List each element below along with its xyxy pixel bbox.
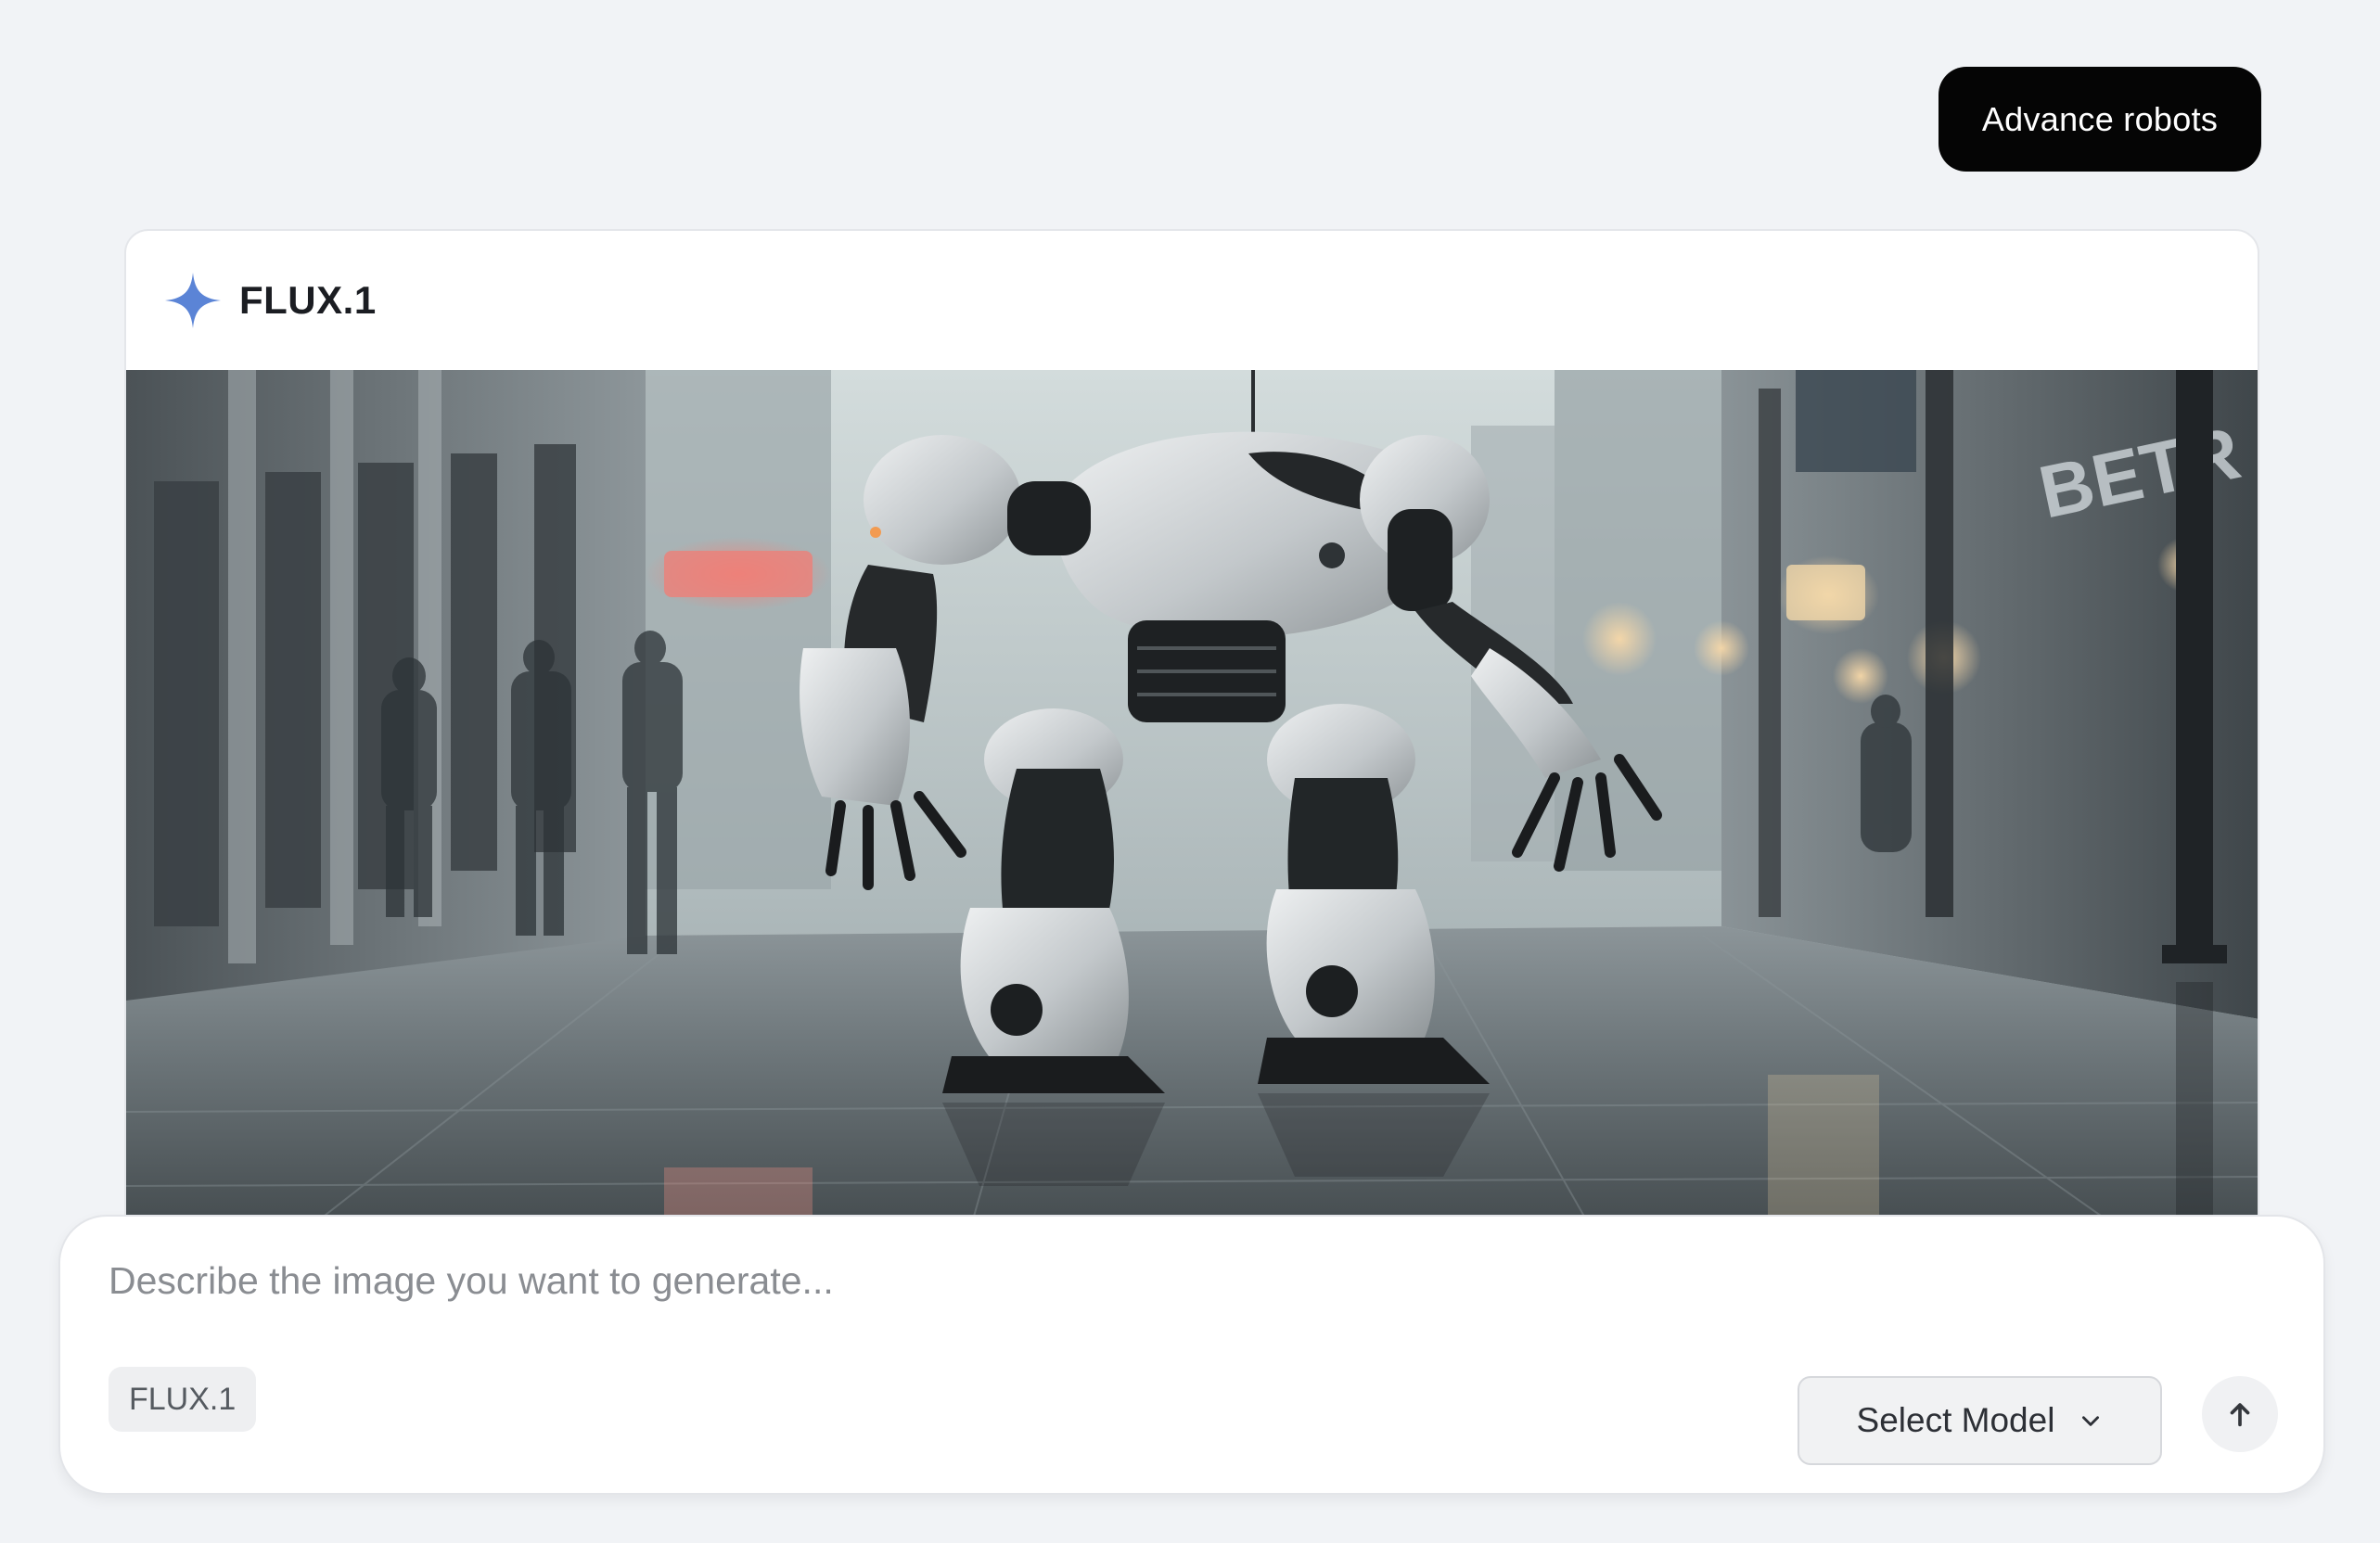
select-model-dropdown[interactable]: Select Model [1798,1376,2162,1465]
response-header: FLUX.1 [126,231,2258,370]
response-card: FLUX.1 BETR ON [124,229,2259,1260]
prompt-composer: FLUX.1 Select Model [58,1215,2325,1495]
user-message-bubble: Advance robots [1939,67,2261,172]
sparkle-icon [163,271,223,330]
generated-image[interactable]: BETR ON [126,370,2258,1258]
response-model-name: FLUX.1 [239,278,377,322]
model-chip[interactable]: FLUX.1 [109,1367,257,1432]
prompt-input[interactable] [107,1243,2244,1319]
chevron-down-icon [2082,1416,2100,1426]
select-model-label: Select Model [1856,1401,2055,1439]
user-message-text: Advance robots [1981,99,2219,138]
send-button[interactable] [2202,1376,2278,1452]
model-chip-label: FLUX.1 [129,1381,237,1417]
arrow-up-icon [2230,1403,2250,1427]
